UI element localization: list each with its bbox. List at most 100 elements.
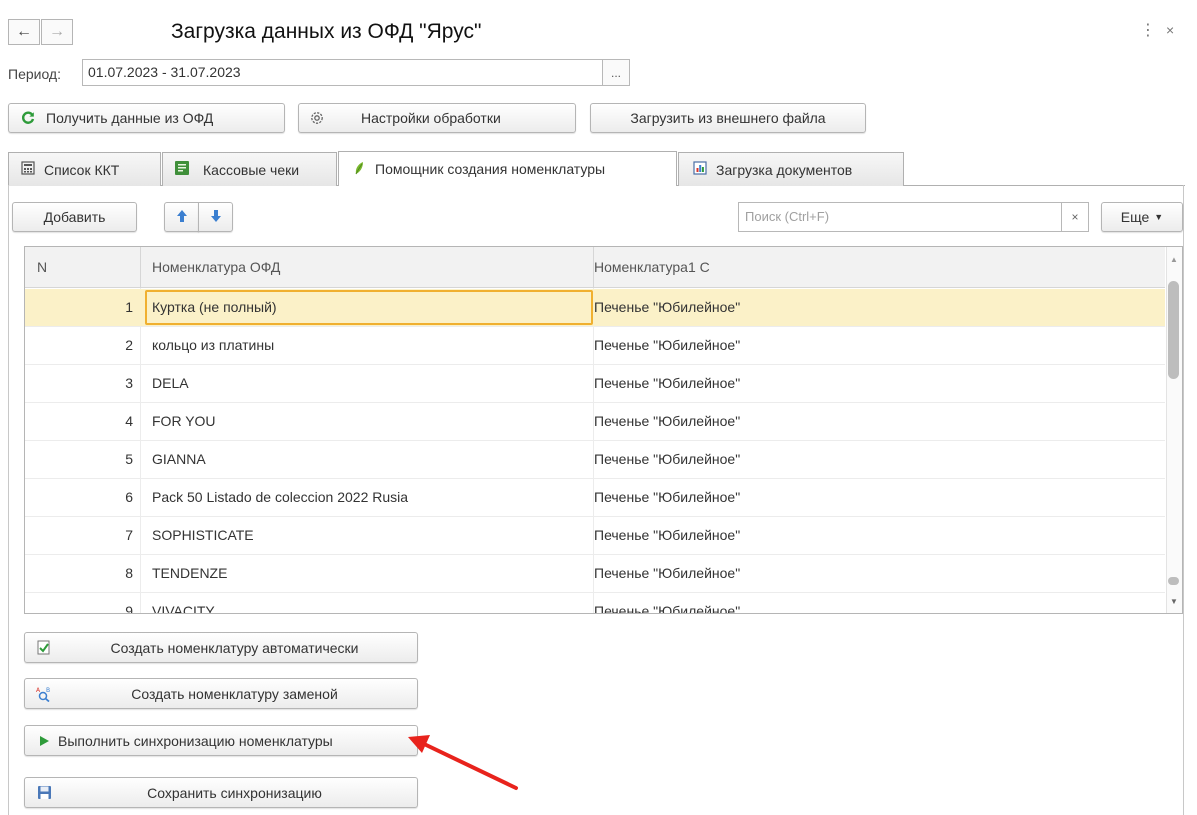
create-nomenclature-replace-label: Создать номенклатуру заменой [131, 685, 338, 702]
load-external-file-label: Загрузить из внешнего файла [630, 110, 826, 126]
table-row[interactable]: 2 кольцо из платины Печенье "Юбилейное" [25, 327, 1165, 365]
table-row[interactable]: 7 SOPHISTICATE Печенье "Юбилейное" [25, 517, 1165, 555]
create-nomenclature-auto-button[interactable]: Создать номенклатуру автоматически [24, 632, 418, 663]
nomenclature-cell[interactable]: Печенье "Юбилейное" [594, 489, 740, 505]
column-header-n[interactable]: N [37, 259, 47, 275]
search-clear-button[interactable]: × [1061, 202, 1089, 232]
checkbox-document-icon [36, 640, 52, 656]
play-icon [36, 733, 52, 749]
get-ofd-data-button[interactable]: Получить данные из ОФД [8, 103, 285, 133]
receipt-icon [174, 160, 190, 179]
leaf-icon [353, 161, 365, 178]
nomenclature-cell[interactable]: Печенье "Юбилейное" [594, 413, 740, 429]
ofd-name-cell[interactable]: DELA [152, 375, 189, 391]
period-picker-button[interactable]: ... [602, 59, 630, 86]
ofd-name-cell[interactable]: TENDENZE [152, 565, 227, 581]
table-row[interactable]: 4 FOR YOU Печенье "Юбилейное" [25, 403, 1165, 441]
ofd-name-cell[interactable]: FOR YOU [152, 413, 216, 429]
scroll-down-icon[interactable]: ▼ [1170, 597, 1178, 606]
row-number: 7 [125, 527, 133, 543]
row-number: 5 [125, 451, 133, 467]
ofd-name-cell[interactable]: Куртка (не полный) [152, 299, 277, 315]
add-button[interactable]: Добавить [12, 202, 137, 232]
find-replace-icon: AB [36, 686, 52, 702]
ofd-name-cell[interactable]: GIANNA [152, 451, 206, 467]
tab-nomenclature-assistant-label: Помощник создания номенклатуры [375, 161, 606, 177]
scrollbar-bottom-cap [1168, 577, 1179, 585]
nomenclature-cell[interactable]: Печенье "Юбилейное" [594, 375, 740, 391]
row-number: 3 [125, 375, 133, 391]
ofd-name-cell[interactable]: Pack 50 Listado de coleccion 2022 Rusia [152, 489, 408, 505]
back-button[interactable]: ← [8, 19, 40, 45]
table-row[interactable]: 5 GIANNA Печенье "Юбилейное" [25, 441, 1165, 479]
nomenclature-cell[interactable]: Печенье "Юбилейное" [594, 451, 740, 467]
arrow-up-icon [176, 209, 188, 226]
ofd-name-cell[interactable]: кольцо из платины [152, 337, 274, 353]
window-title: Загрузка данных из ОФД "Ярус" [171, 20, 482, 43]
column-header-ofd-name[interactable]: Номенклатура ОФД [152, 259, 280, 275]
save-sync-label: Сохранить синхронизацию [147, 784, 322, 801]
refresh-icon [20, 110, 36, 126]
get-ofd-data-label: Получить данные из ОФД [46, 110, 214, 126]
nomenclature-cell[interactable]: Печенье "Юбилейное" [594, 603, 740, 613]
tab-documents-load-label: Загрузка документов [716, 161, 853, 178]
forward-button[interactable]: → [41, 19, 73, 45]
nomenclature-cell[interactable]: Печенье "Юбилейное" [594, 299, 740, 315]
ofd-name-cell[interactable]: SOPHISTICATE [152, 527, 254, 543]
more-menu-button[interactable]: ⋮ [1140, 20, 1156, 40]
create-nomenclature-replace-button[interactable]: AB Создать номенклатуру заменой [24, 678, 418, 709]
vertical-dots-icon: ⋮ [1140, 22, 1156, 39]
table-row[interactable]: 6 Pack 50 Listado de coleccion 2022 Rusi… [25, 479, 1165, 517]
chevron-down-icon: ▼ [1154, 212, 1164, 222]
tab-receipts-label: Кассовые чеки [203, 161, 300, 178]
more-button-label: Еще [1120, 209, 1150, 225]
processing-settings-label: Настройки обработки [361, 110, 501, 126]
tab-documents-load[interactable]: Загрузка документов [678, 152, 904, 186]
tab-kkt-list[interactable]: Список ККТ [8, 152, 161, 186]
sync-nomenclature-button[interactable]: Выполнить синхронизацию номенклатуры [24, 725, 418, 756]
save-sync-button[interactable]: Сохранить синхронизацию [24, 777, 418, 808]
svg-text:B: B [46, 687, 50, 694]
table-row[interactable]: 3 DELA Печенье "Юбилейное" [25, 365, 1165, 403]
more-button[interactable]: Еще ▼ [1101, 202, 1183, 232]
move-up-button[interactable] [164, 202, 199, 232]
nomenclature-cell[interactable]: Печенье "Юбилейное" [594, 565, 740, 581]
period-label: Период: [8, 66, 61, 82]
row-number: 6 [125, 489, 133, 505]
add-button-label: Добавить [43, 209, 106, 225]
row-number: 4 [125, 413, 133, 429]
table-row[interactable]: 1 Куртка (не полный) Печенье "Юбилейное" [25, 289, 1165, 327]
table-row[interactable]: 8 TENDENZE Печенье "Юбилейное" [25, 555, 1165, 593]
close-icon: × [1166, 22, 1175, 38]
nomenclature-cell[interactable]: Печенье "Юбилейное" [594, 337, 740, 353]
document-chart-icon [693, 161, 707, 178]
arrow-left-icon: ← [16, 23, 32, 40]
move-down-button[interactable] [198, 202, 233, 232]
processing-settings-button[interactable]: Настройки обработки [298, 103, 576, 133]
tab-kkt-list-label: Список ККТ [44, 161, 120, 178]
arrow-right-icon: → [49, 23, 65, 40]
tab-nomenclature-assistant[interactable]: Помощник создания номенклатуры [338, 151, 677, 186]
scrollbar-thumb[interactable] [1168, 281, 1179, 379]
column-header-1c-nomenclature[interactable]: Номенклатура1 С [594, 259, 710, 275]
nomenclature-table: N Номенклатура ОФД Номенклатура1 С 1 Кур… [24, 246, 1183, 614]
create-nomenclature-auto-label: Создать номенклатуру автоматически [110, 639, 359, 656]
tab-receipts[interactable]: Кассовые чеки [162, 152, 337, 186]
row-number: 8 [125, 565, 133, 581]
calculator-icon [21, 161, 35, 178]
search-input[interactable]: Поиск (Ctrl+F) [738, 202, 1062, 232]
nomenclature-cell[interactable]: Печенье "Юбилейное" [594, 527, 740, 543]
row-number: 1 [125, 299, 133, 315]
table-row[interactable]: 9 VIVACITY Печенье "Юбилейное" [25, 593, 1165, 614]
row-number: 9 [125, 603, 133, 614]
ofd-name-cell[interactable]: VIVACITY [152, 603, 215, 613]
arrow-down-icon [210, 209, 222, 226]
table-header: N Номенклатура ОФД Номенклатура1 С [25, 247, 1165, 288]
scroll-up-icon[interactable]: ▲ [1170, 255, 1178, 264]
row-number: 2 [125, 337, 133, 353]
floppy-disk-icon [36, 785, 52, 801]
period-field[interactable]: 01.07.2023 - 31.07.2023 [82, 59, 603, 86]
column-separator [140, 247, 141, 288]
load-external-file-button[interactable]: Загрузить из внешнего файла [590, 103, 866, 133]
close-button[interactable]: × [1166, 22, 1174, 38]
